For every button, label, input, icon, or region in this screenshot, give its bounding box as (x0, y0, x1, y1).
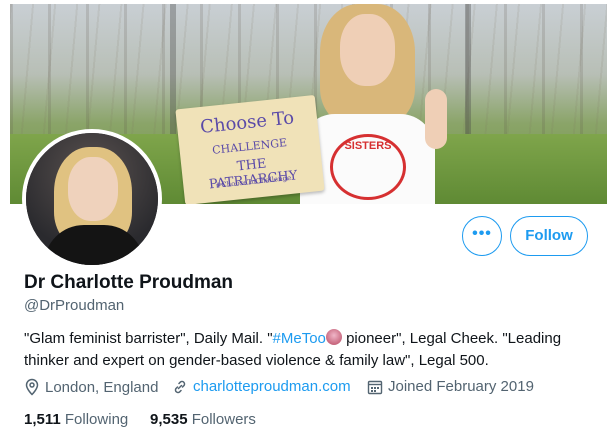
followers-link[interactable]: 9,535 Followers (150, 411, 256, 428)
shirt-text: SISTERS (344, 140, 392, 152)
followers-label: Followers (191, 411, 256, 428)
website-link[interactable]: charlotteproudman.com (193, 378, 351, 395)
person-face (340, 14, 395, 86)
location-item: London, England (24, 378, 158, 396)
location-text: London, England (45, 378, 159, 396)
more-options-button[interactable]: ••• (462, 216, 502, 256)
following-link[interactable]: 1,511 Following (24, 411, 128, 428)
profile-avatar[interactable] (22, 129, 162, 269)
more-dots-icon: ••• (472, 225, 492, 242)
bio-hashtag-link[interactable]: #MeToo (273, 330, 326, 347)
joined-text: Joined February 2019 (388, 378, 534, 395)
shirt-logo: SISTERS (330, 134, 406, 200)
profile-name: Dr Charlotte Proudman (24, 272, 234, 293)
profile-handle: @DrProudman (24, 297, 125, 314)
bio-text-1: "Glam feminist barrister", Daily Mail. " (24, 330, 273, 347)
protest-sign: Choose To CHALLENGE THE PATRIARCHY #Choo… (175, 94, 325, 204)
following-label: Following (64, 411, 129, 428)
avatar-face (68, 157, 118, 221)
followers-count: 9,535 (150, 411, 188, 428)
person-raised-hand (425, 89, 447, 149)
metoo-emoji-icon (325, 329, 342, 345)
profile-bio: "Glam feminist barrister", Daily Mail. "… (24, 328, 594, 372)
website-item: charlotteproudman.com (172, 378, 351, 395)
location-pin-icon (25, 378, 39, 396)
joined-item: Joined February 2019 (367, 378, 534, 395)
sign-line-1: Choose To (199, 107, 296, 139)
follow-button[interactable]: Follow (510, 216, 588, 256)
calendar-icon (367, 380, 383, 394)
link-icon (174, 380, 186, 393)
following-count: 1,511 (24, 411, 61, 428)
